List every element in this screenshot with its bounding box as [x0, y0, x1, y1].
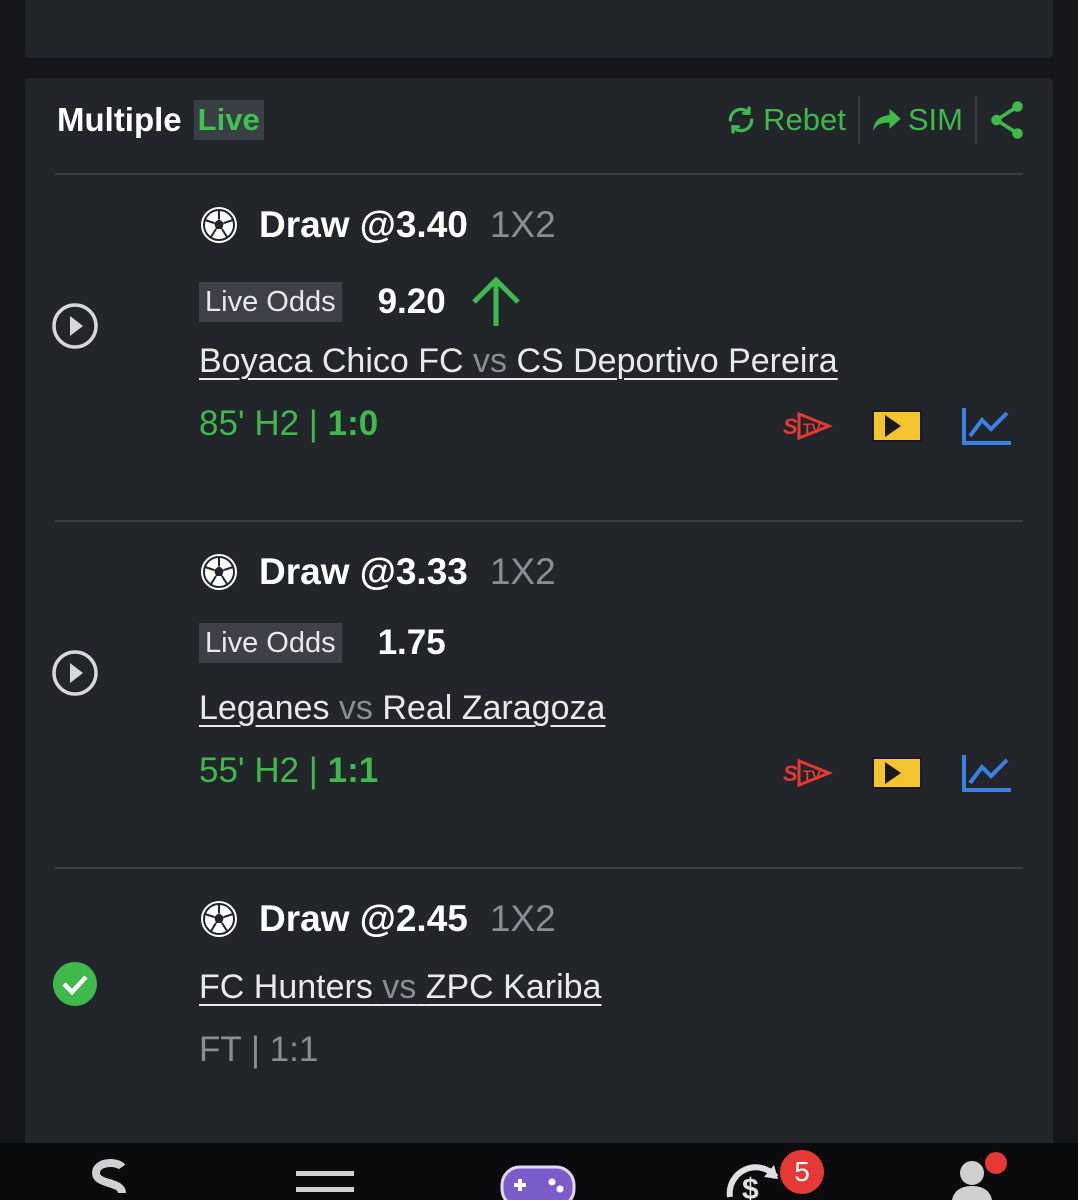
soccer-ball-icon	[201, 207, 237, 243]
bets-count-badge: 5	[780, 1150, 824, 1194]
live-odds-value: 9.20	[377, 282, 446, 321]
home-team: FC Hunters	[199, 968, 373, 1006]
match-row: FC Hunters vs ZPC Kariba	[199, 968, 601, 1007]
status-row: 85' H2 | 1:0	[199, 404, 378, 444]
previous-card	[25, 0, 1053, 58]
stats-chart-icon[interactable]	[961, 406, 1013, 446]
vs-label: vs	[473, 342, 507, 380]
pick-label: Draw @3.33	[259, 551, 468, 592]
stats-chart-icon[interactable]	[961, 753, 1013, 793]
play-icon[interactable]	[51, 649, 99, 697]
svg-text:S: S	[783, 414, 798, 439]
live-odds-value: 1.75	[377, 623, 446, 662]
match-time: 85' H2 |	[199, 404, 328, 443]
live-odds-label: Live Odds	[199, 282, 342, 322]
sim-button[interactable]: SIM	[872, 102, 963, 138]
match-row: Leganes vs Real Zaragoza	[199, 689, 605, 728]
notification-dot	[985, 1152, 1007, 1174]
my-bets-icon[interactable]: $	[722, 1157, 786, 1200]
bet-header: Multiple Live	[57, 96, 264, 144]
match-row: Boyaca Chico FC vs CS Deportivo Pereira	[199, 342, 838, 381]
stv-icon[interactable]: S TV	[781, 753, 833, 793]
bet-leg: Draw @3.40 1X2 Live Odds 9.20 Boyaca Chi…	[25, 174, 1053, 520]
match-score: 1:0	[327, 404, 379, 443]
status-row: 55' H2 | 1:1	[199, 751, 378, 791]
rebet-button[interactable]: Rebet	[725, 102, 846, 138]
sim-label: SIM	[907, 102, 963, 137]
pick-label: Draw @3.40	[259, 204, 468, 245]
match-link[interactable]: FC Hunters vs ZPC Kariba	[199, 968, 601, 1007]
pick-row: Draw @2.45 1X2	[199, 898, 556, 940]
refresh-icon	[728, 106, 754, 134]
share-button[interactable]	[989, 100, 1025, 140]
vs-label: vs	[338, 689, 373, 727]
sports-icon[interactable]	[86, 1157, 130, 1200]
svg-text:$: $	[742, 1173, 759, 1200]
bet-leg: Draw @3.33 1X2 Live Odds 1.75 Leganes vs…	[25, 521, 1053, 867]
live-odds-row: Live Odds 9.20	[199, 276, 522, 328]
pick-row: Draw @3.33 1X2	[199, 551, 556, 593]
match-score: 1:1	[327, 751, 379, 790]
market-label: 1X2	[489, 551, 556, 592]
market-label: 1X2	[489, 898, 556, 939]
bet-leg: Draw @2.45 1X2 FC Hunters vs ZPC Kariba …	[25, 868, 1053, 1138]
check-circle-icon	[53, 962, 97, 1006]
rebet-label: Rebet	[763, 102, 846, 137]
vs-label: vs	[382, 968, 417, 1006]
media-icons: S TV	[781, 753, 1013, 793]
match-tracker-icon[interactable]	[871, 409, 923, 443]
media-icons: S TV	[781, 406, 1013, 446]
match-link[interactable]: Boyaca Chico FC vs CS Deportivo Pereira	[199, 342, 838, 381]
bottom-nav: $	[0, 1143, 1078, 1200]
stv-icon[interactable]: S TV	[781, 406, 833, 446]
separator	[857, 96, 860, 144]
match-link[interactable]: Leganes vs Real Zaragoza	[199, 689, 605, 728]
home-team: Boyaca Chico FC	[199, 342, 464, 380]
svg-text:TV: TV	[803, 767, 822, 783]
away-team: ZPC Kariba	[425, 968, 602, 1006]
bet-actions: Rebet SIM	[725, 96, 1025, 144]
live-odds-row: Live Odds 1.75	[199, 623, 446, 663]
away-team: CS Deportivo Pereira	[516, 342, 838, 380]
live-badge: Live	[193, 100, 264, 140]
match-time: 55' H2 |	[199, 751, 328, 790]
match-status: 55' H2 | 1:1	[199, 751, 378, 791]
bet-slip-card: Multiple Live Rebet SIM Draw @3.40 1X2 L…	[25, 78, 1053, 1148]
match-status: 85' H2 | 1:0	[199, 404, 378, 444]
soccer-ball-icon	[201, 554, 237, 590]
separator	[975, 96, 977, 144]
arrow-up-icon	[471, 276, 520, 326]
forward-arrow-icon	[873, 108, 901, 132]
match-tracker-icon[interactable]	[871, 756, 923, 790]
pick-label: Draw @2.45	[259, 898, 468, 939]
market-label: 1X2	[489, 204, 556, 245]
casino-gamepad-icon[interactable]	[500, 1157, 576, 1200]
away-team: Real Zaragoza	[382, 689, 606, 727]
pick-row: Draw @3.40 1X2	[199, 204, 556, 246]
bet-type-title: Multiple	[57, 101, 182, 138]
share-icon	[991, 101, 1023, 139]
status-row: FT | 1:1	[199, 1030, 318, 1070]
soccer-ball-icon	[201, 901, 237, 937]
menu-icon[interactable]	[296, 1157, 354, 1200]
match-status: FT | 1:1	[199, 1030, 319, 1069]
svg-text:TV: TV	[803, 420, 822, 436]
live-odds-label: Live Odds	[199, 623, 342, 663]
play-icon[interactable]	[51, 302, 99, 350]
home-team: Leganes	[199, 689, 330, 727]
svg-text:S: S	[783, 761, 798, 786]
